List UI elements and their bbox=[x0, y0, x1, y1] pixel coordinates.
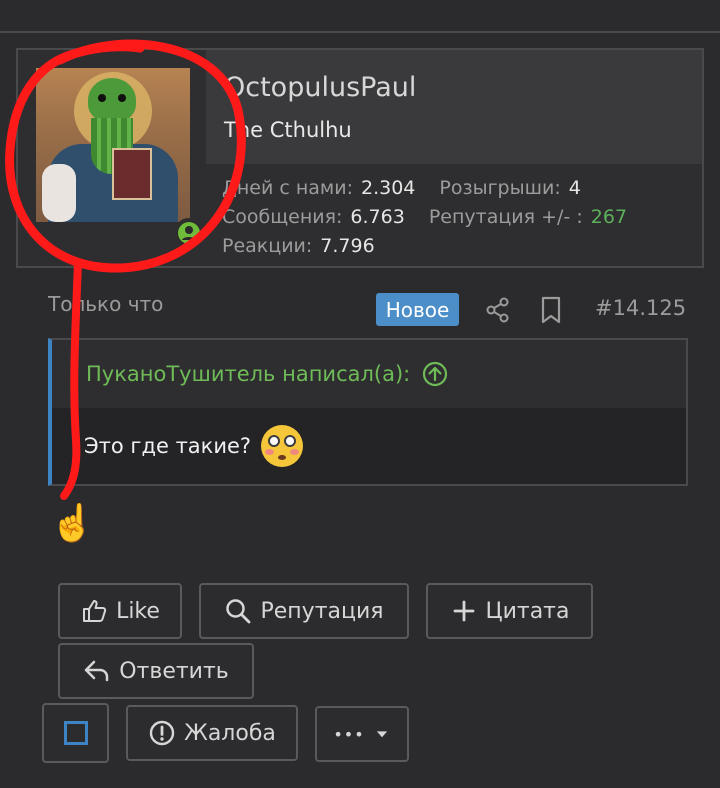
username[interactable]: OctopulusPaul bbox=[224, 72, 416, 103]
quote-button[interactable]: Цитата bbox=[426, 583, 593, 639]
report-button[interactable]: Жалоба bbox=[126, 705, 298, 761]
reputation-label: Репутация bbox=[260, 598, 384, 624]
plus-icon bbox=[453, 600, 474, 622]
post-time[interactable]: Только что bbox=[48, 292, 163, 316]
stat-days-value: 2.304 bbox=[360, 177, 416, 199]
reputation-button[interactable]: Репутация bbox=[199, 583, 409, 639]
quote-label: Цитата bbox=[485, 598, 570, 624]
user-name-panel: OctopulusPaul The Cthulhu bbox=[206, 50, 702, 164]
top-divider bbox=[0, 31, 720, 33]
caret-down-icon bbox=[376, 731, 387, 738]
select-checkbox[interactable] bbox=[42, 703, 109, 763]
stat-reputation-label: Репутация +/- : bbox=[428, 206, 583, 228]
reply-icon bbox=[84, 660, 109, 682]
stat-messages-value: 6.763 bbox=[350, 206, 405, 228]
reply-label: Ответить bbox=[119, 658, 229, 684]
stat-giveaways-label: Розыгрыши: bbox=[439, 177, 561, 199]
post-number[interactable]: #14.125 bbox=[595, 296, 686, 320]
thumbs-up-icon bbox=[83, 600, 107, 622]
share-icon[interactable] bbox=[484, 296, 512, 324]
new-badge: Новое bbox=[376, 293, 459, 326]
stat-messages-label: Сообщения: bbox=[222, 206, 343, 228]
user-title: The Cthulhu bbox=[224, 118, 352, 142]
reply-button[interactable]: Ответить bbox=[58, 643, 254, 699]
stat-reputation-value: 267 bbox=[590, 206, 627, 228]
like-button[interactable]: Like bbox=[58, 583, 182, 639]
post-body-emoji: ☝️ bbox=[50, 503, 95, 544]
quote-body: Это где такие? bbox=[52, 408, 686, 484]
user-stats: Дней с нами: 2.304 Розыгрыши: 4 Сообщения: 6… bbox=[222, 174, 651, 261]
more-label: ••• bbox=[333, 724, 365, 744]
like-label: Like bbox=[116, 598, 160, 624]
checkbox-square-icon bbox=[63, 721, 88, 745]
more-menu-button[interactable]: ••• bbox=[315, 706, 409, 762]
search-icon bbox=[226, 599, 251, 624]
quote-header[interactable]: ПуканоТушитель написал(а): bbox=[52, 340, 686, 408]
alert-circle-icon bbox=[149, 720, 175, 746]
avatar-image bbox=[36, 68, 190, 222]
quote-text: Это где такие? bbox=[84, 434, 252, 458]
card-pointer bbox=[72, 258, 100, 272]
online-status-icon bbox=[174, 218, 204, 248]
stat-days-label: Дней с нами: bbox=[222, 177, 353, 199]
stat-reactions-value: 7.796 bbox=[320, 235, 375, 257]
quote-block: ПуканоТушитель написал(а): Это где такие… bbox=[48, 338, 688, 486]
avatar[interactable] bbox=[36, 68, 204, 248]
stat-giveaways-value: 4 bbox=[568, 177, 581, 199]
report-label: Жалоба bbox=[184, 720, 276, 746]
bookmark-icon[interactable] bbox=[539, 296, 563, 324]
stat-reactions-label: Реакции: bbox=[222, 235, 313, 257]
flushed-face-icon bbox=[261, 425, 304, 467]
user-card: OctopulusPaul The Cthulhu Дней с нами: 2.… bbox=[16, 48, 704, 268]
arrow-up-circle-icon[interactable] bbox=[422, 361, 448, 387]
quote-author[interactable]: ПуканоТушитель написал(а): bbox=[86, 362, 410, 386]
